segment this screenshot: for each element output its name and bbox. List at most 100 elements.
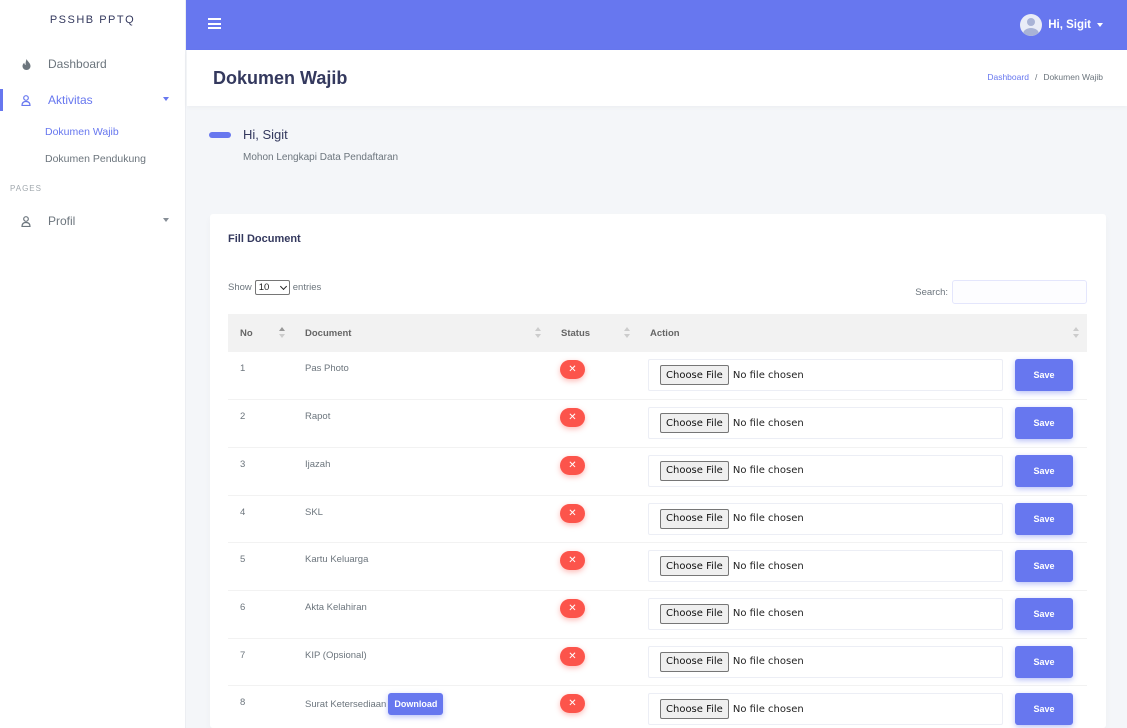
column-header-status[interactable]: Status xyxy=(549,314,638,352)
document-cell: Surat Ketersediaan Download xyxy=(293,686,549,728)
sidebar: PSSHB PPTQ Dashboard Aktivitas Dokumen W… xyxy=(0,0,186,728)
status-cell: ✕ xyxy=(549,590,638,638)
action-cell: Choose File No file chosen Save xyxy=(638,590,1087,638)
search-input[interactable] xyxy=(952,280,1087,304)
no-file-text: No file chosen xyxy=(732,465,804,477)
show-label: Show xyxy=(228,282,252,293)
fill-document-card: Fill Document Show 10 entries Search: No… xyxy=(210,214,1106,728)
choose-file-button[interactable]: Choose File xyxy=(660,699,729,720)
save-button[interactable]: Save xyxy=(1015,645,1073,678)
save-button[interactable]: Save xyxy=(1015,693,1073,726)
download-button[interactable]: Download xyxy=(388,693,444,716)
sidebar-item-dashboard[interactable]: Dashboard xyxy=(0,46,185,82)
choose-file-button[interactable]: Choose File xyxy=(660,651,729,672)
action-cell: Choose File No file chosen Save xyxy=(638,543,1087,591)
column-header-document[interactable]: Document xyxy=(293,314,549,352)
user-dropdown[interactable]: Hi, Sigit xyxy=(1020,12,1103,38)
choose-file-button[interactable]: Choose File xyxy=(660,556,729,577)
choose-file-button[interactable]: Choose File xyxy=(660,413,729,434)
menu-header-pages: PAGES xyxy=(10,184,42,193)
row-number: 4 xyxy=(240,506,246,518)
choose-file-button[interactable]: Choose File xyxy=(660,603,729,624)
row-number: 2 xyxy=(240,411,246,423)
file-input[interactable]: Choose File No file chosen xyxy=(648,502,1003,535)
document-name: Ijazah xyxy=(305,458,331,470)
hamburger-menu-icon[interactable] xyxy=(208,18,221,29)
page-title: Dokumen Wajib xyxy=(213,68,348,88)
greeting-accent-bar xyxy=(209,132,231,138)
no-file-text: No file chosen xyxy=(732,369,804,381)
card-title: Fill Document xyxy=(228,233,301,245)
avatar xyxy=(1020,14,1043,36)
document-name: Surat Ketersediaan xyxy=(305,698,387,710)
file-input[interactable]: Choose File No file chosen xyxy=(648,359,1003,391)
action-cell: Choose File No file chosen Save xyxy=(638,447,1087,495)
no-file-text: No file chosen xyxy=(732,703,804,715)
sidebar-subitem-dokumen-pendukung[interactable]: Dokumen Pendukung xyxy=(0,145,185,172)
file-input[interactable]: Choose File No file chosen xyxy=(648,597,1003,630)
no-file-text: No file chosen xyxy=(732,656,804,668)
sort-icon xyxy=(624,327,630,339)
greeting-title: Hi, Sigit xyxy=(243,127,288,142)
save-button[interactable]: Save xyxy=(1015,550,1073,583)
action-cell: Choose File No file chosen Save xyxy=(638,686,1087,728)
user-icon xyxy=(20,94,32,106)
row-number: 1 xyxy=(240,363,246,374)
table-row: 6 Akta Kelahiran ✕ Choose File No file chose… xyxy=(228,590,1087,639)
status-cell: ✕ xyxy=(549,638,638,686)
search-label: Search: xyxy=(915,286,948,298)
no-file-text: No file chosen xyxy=(732,417,804,429)
file-input[interactable]: Choose File No file chosen xyxy=(648,645,1003,678)
action-cell: Choose File No file chosen Save xyxy=(638,495,1087,543)
document-name: KIP (Opsional) xyxy=(305,649,367,661)
row-number: 6 xyxy=(240,601,246,613)
sidebar-subitem-dokumen-wajib[interactable]: Dokumen Wajib xyxy=(0,118,185,145)
file-input[interactable]: Choose File No file chosen xyxy=(648,407,1003,440)
no-file-text: No file chosen xyxy=(732,513,804,525)
action-cell: Choose File No file chosen Save xyxy=(638,352,1087,400)
file-input[interactable]: Choose File No file chosen xyxy=(648,550,1003,583)
sort-icon xyxy=(279,327,285,339)
choose-file-button[interactable]: Choose File xyxy=(660,508,729,529)
breadcrumb: Dashboard / Dokumen Wajib xyxy=(987,72,1103,82)
column-header-no[interactable]: No xyxy=(228,314,293,352)
status-incomplete-icon: ✕ xyxy=(560,598,585,618)
sort-icon xyxy=(1073,327,1079,339)
sidebar-item-label: Dashboard xyxy=(48,57,107,71)
topbar: Hi, Sigit xyxy=(186,0,1127,50)
breadcrumb-current: Dokumen Wajib xyxy=(1043,72,1103,82)
status-incomplete-icon: ✕ xyxy=(560,551,585,571)
save-button[interactable]: Save xyxy=(1015,454,1073,487)
status-cell: ✕ xyxy=(549,495,638,543)
breadcrumb-link-dashboard[interactable]: Dashboard xyxy=(987,72,1029,82)
document-cell: KIP (Opsional) xyxy=(293,638,549,686)
file-input[interactable]: Choose File No file chosen xyxy=(648,454,1003,487)
sidebar-item-label: Profil xyxy=(48,214,76,228)
sort-icon xyxy=(535,327,541,339)
status-incomplete-icon: ✕ xyxy=(560,646,585,666)
document-cell: Ijazah xyxy=(293,447,549,495)
status-incomplete-icon: ✕ xyxy=(560,455,585,475)
document-cell: Pas Photo xyxy=(293,352,549,400)
save-button[interactable]: Save xyxy=(1015,502,1073,535)
save-button[interactable]: Save xyxy=(1015,407,1073,440)
choose-file-button[interactable]: Choose File xyxy=(660,365,729,385)
column-header-action[interactable]: Action xyxy=(638,314,1087,352)
document-name: Kartu Keluarga xyxy=(305,554,369,566)
choose-file-button[interactable]: Choose File xyxy=(660,460,729,481)
table-row: 7 KIP (Opsional) ✕ Choose File No file chose… xyxy=(228,638,1087,686)
entries-value: 10 xyxy=(258,282,270,293)
entries-label: entries xyxy=(292,282,322,293)
no-file-text: No file chosen xyxy=(732,560,804,572)
entries-select[interactable]: 10 xyxy=(254,280,290,295)
user-name: Hi, Sigit xyxy=(1048,19,1091,31)
sidebar-item-profil[interactable]: Profil xyxy=(0,203,185,239)
save-button[interactable]: Save xyxy=(1015,597,1073,630)
brand-logo[interactable]: PSSHB PPTQ xyxy=(0,0,185,40)
section-header: Dokumen Wajib Dashboard / Dokumen Wajib xyxy=(187,50,1127,106)
save-button[interactable]: Save xyxy=(1015,359,1073,391)
file-input[interactable]: Choose File No file chosen xyxy=(648,693,1003,726)
document-cell: Rapot xyxy=(293,400,549,448)
sidebar-item-aktivitas[interactable]: Aktivitas xyxy=(0,82,185,118)
document-name: SKL xyxy=(305,506,323,518)
